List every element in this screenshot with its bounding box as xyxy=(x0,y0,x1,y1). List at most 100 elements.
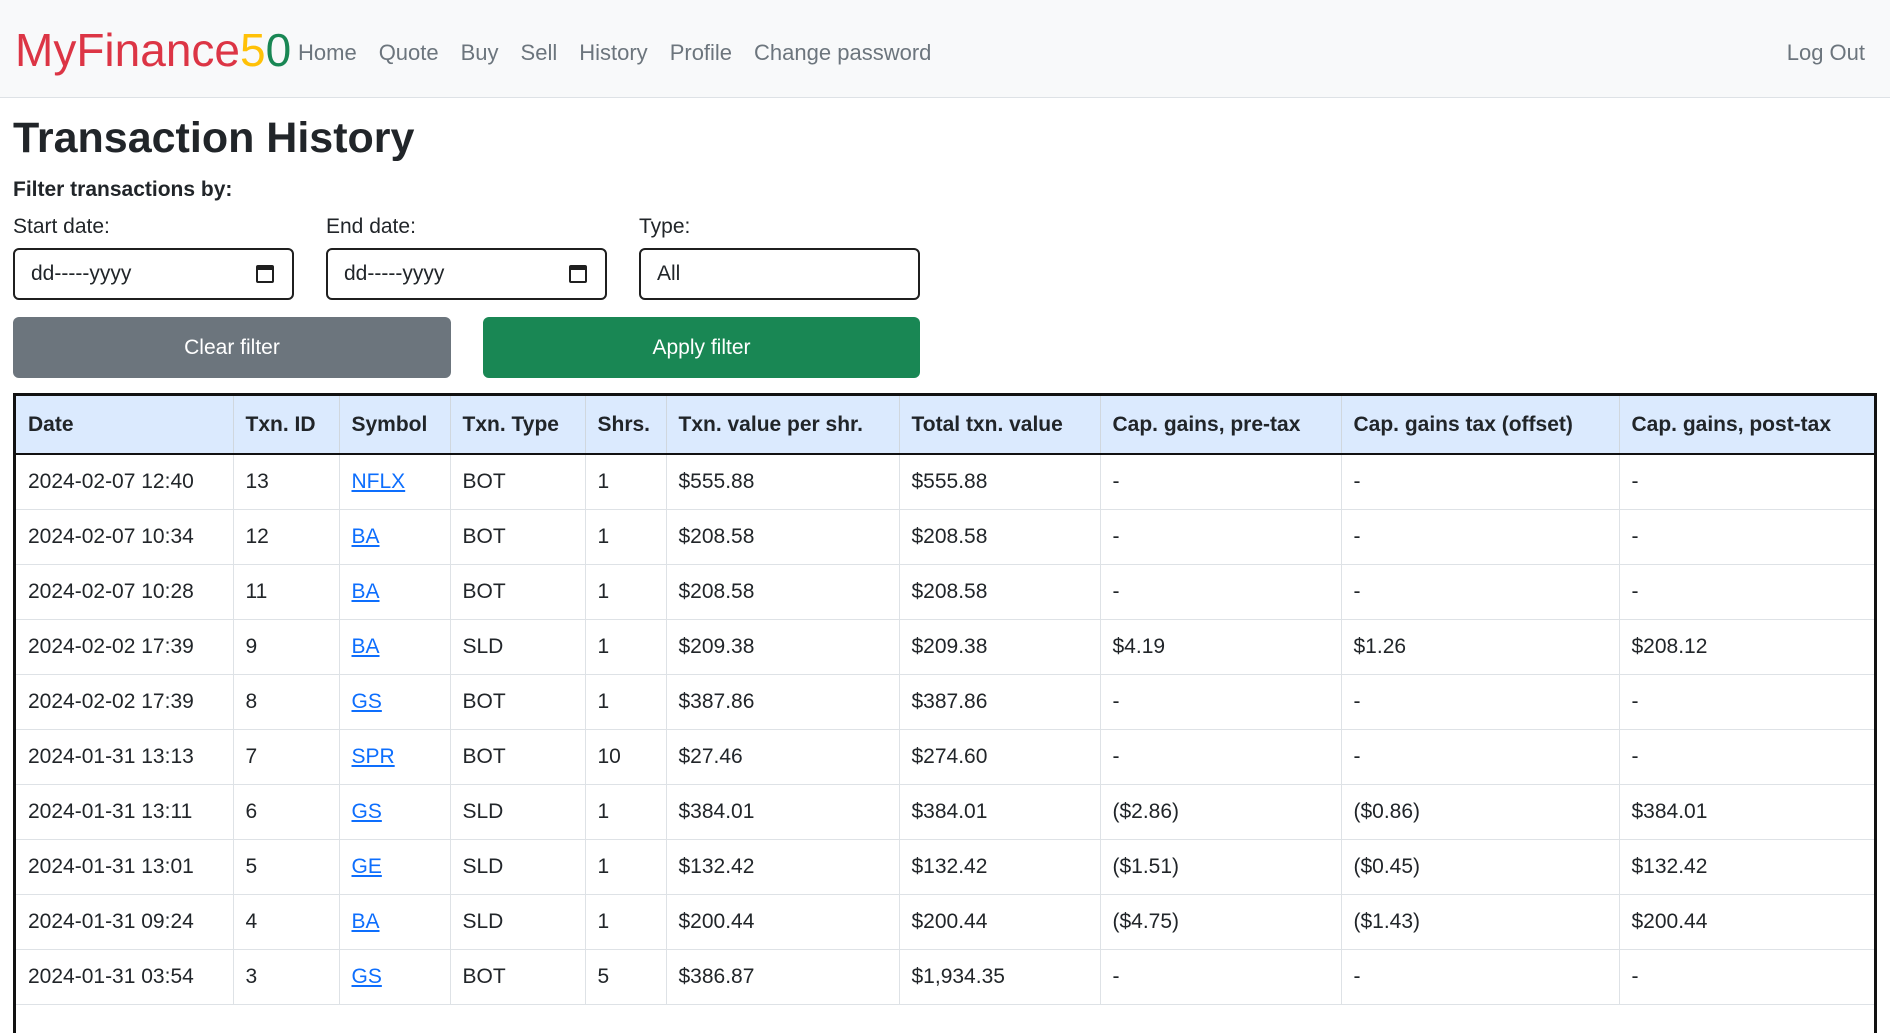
symbol-link[interactable]: NFLX xyxy=(352,470,406,493)
cap-gains-pre-tax-cell: - xyxy=(1100,729,1342,785)
txn-type-cell: BOT xyxy=(450,674,586,730)
txn-type-cell: SLD xyxy=(450,619,586,675)
brand-part-0: 0 xyxy=(265,24,292,76)
symbol-link[interactable]: GS xyxy=(352,965,382,988)
type-select[interactable]: All xyxy=(639,248,920,300)
type-label: Type: xyxy=(639,215,691,238)
symbol-cell: BA xyxy=(339,894,451,950)
symbol-link[interactable]: BA xyxy=(352,580,380,603)
table-row: 2024-01-31 03:54 3 GS BOT 5 $386.87 $1,934.35-… xyxy=(16,949,1874,1005)
shares-cell: 10 xyxy=(585,729,667,785)
value-per-share-cell: $208.58 xyxy=(666,564,900,620)
column-header-date[interactable]: Date xyxy=(16,396,234,455)
filter-heading: Filter transactions by: xyxy=(13,178,233,201)
column-header-total-value[interactable]: Total txn. value xyxy=(899,396,1101,455)
symbol-cell: SPR xyxy=(339,729,451,785)
txn-type-cell: BOT xyxy=(450,509,586,565)
table-row: 2024-01-31 13:01 5 GE SLD 1 $132.42 $132.42 ($1… xyxy=(16,839,1874,895)
cap-gains-pre-tax-cell: - xyxy=(1100,509,1342,565)
cap-gains-tax-cell: ($0.45) xyxy=(1341,839,1620,895)
start-date-value: dd-----yyyy xyxy=(31,262,132,285)
date-cell: 2024-01-31 03:54 xyxy=(16,949,234,1005)
nav-item-quote[interactable]: Quote xyxy=(379,38,439,68)
brand-logo[interactable]: MyFinance50 xyxy=(15,24,291,76)
end-date-input[interactable]: dd-----yyyy xyxy=(326,248,607,300)
cap-gains-tax-cell: $1.26 xyxy=(1341,619,1620,675)
txn-id-cell: 12 xyxy=(233,509,340,565)
txn-type-cell: BOT xyxy=(450,949,586,1005)
txn-id-cell: 9 xyxy=(233,619,340,675)
cap-gains-pre-tax-cell: - xyxy=(1100,454,1342,510)
total-value-cell: $387.86 xyxy=(899,674,1101,730)
apply-filter-button[interactable]: Apply filter xyxy=(483,317,920,378)
nav-item-history[interactable]: History xyxy=(579,38,647,68)
txn-id-cell: 7 xyxy=(233,729,340,785)
symbol-link[interactable]: GS xyxy=(352,690,382,713)
date-cell: 2024-02-07 10:34 xyxy=(16,509,234,565)
symbol-link[interactable]: GS xyxy=(352,800,382,823)
total-value-cell: $274.60 xyxy=(899,729,1101,785)
column-header-cap-gains-pre-tax[interactable]: Cap. gains, pre-tax xyxy=(1100,396,1342,455)
end-date-label: End date: xyxy=(326,215,416,238)
date-cell: 2024-02-07 12:40 xyxy=(16,454,234,510)
symbol-link[interactable]: SPR xyxy=(352,745,395,768)
symbol-cell: GS xyxy=(339,784,451,840)
symbol-cell: BA xyxy=(339,509,451,565)
column-header-value-per-share[interactable]: Txn. value per shr. xyxy=(666,396,900,455)
column-header-txn-type[interactable]: Txn. Type xyxy=(450,396,586,455)
cap-gains-post-tax-cell: $208.12 xyxy=(1619,619,1874,675)
symbol-link[interactable]: BA xyxy=(352,525,380,548)
column-header-cap-gains-post-tax[interactable]: Cap. gains, post-tax xyxy=(1619,396,1874,455)
symbol-link[interactable]: BA xyxy=(352,910,380,933)
nav-item-profile[interactable]: Profile xyxy=(670,38,732,68)
shares-cell: 1 xyxy=(585,619,667,675)
clear-filter-button[interactable]: Clear filter xyxy=(13,317,451,378)
cap-gains-tax-cell: ($1.43) xyxy=(1341,894,1620,950)
txn-type-cell: SLD xyxy=(450,784,586,840)
cap-gains-pre-tax-cell: - xyxy=(1100,949,1342,1005)
table-row: 2024-02-02 17:39 9 BA SLD 1 $209.38 $209.38 $4.… xyxy=(16,619,1874,675)
cap-gains-pre-tax-cell: ($4.75) xyxy=(1100,894,1342,950)
cap-gains-pre-tax-cell: - xyxy=(1100,564,1342,620)
cap-gains-post-tax-cell: - xyxy=(1619,564,1874,620)
shares-cell: 1 xyxy=(585,509,667,565)
nav-item-change-password[interactable]: Change password xyxy=(754,38,931,68)
column-header-shares[interactable]: Shrs. xyxy=(585,396,667,455)
total-value-cell: $132.42 xyxy=(899,839,1101,895)
symbol-link[interactable]: BA xyxy=(352,635,380,658)
shares-cell: 1 xyxy=(585,564,667,620)
column-header-txn-id[interactable]: Txn. ID xyxy=(233,396,340,455)
table-row: 2024-02-02 17:39 8 GS BOT 1 $387.86 $387.86- - - xyxy=(16,674,1874,730)
date-cell: 2024-02-07 10:28 xyxy=(16,564,234,620)
total-value-cell: $1,934.35 xyxy=(899,949,1101,1005)
calendar-icon[interactable] xyxy=(256,265,274,283)
cap-gains-pre-tax-cell: $4.19 xyxy=(1100,619,1342,675)
transactions-table-container: Date Txn. ID Symbol Txn. Type Shrs. Txn.… xyxy=(13,393,1877,1033)
shares-cell: 1 xyxy=(585,894,667,950)
value-per-share-cell: $209.38 xyxy=(666,619,900,675)
column-header-cap-gains-tax[interactable]: Cap. gains tax (offset) xyxy=(1341,396,1620,455)
txn-id-cell: 11 xyxy=(233,564,340,620)
total-value-cell: $208.58 xyxy=(899,509,1101,565)
nav-links: Home Quote Buy Sell History Profile Chan… xyxy=(298,38,953,68)
column-header-symbol[interactable]: Symbol xyxy=(339,396,451,455)
nav-item-sell[interactable]: Sell xyxy=(521,38,558,68)
symbol-link[interactable]: GE xyxy=(352,855,382,878)
calendar-icon[interactable] xyxy=(569,265,587,283)
total-value-cell: $200.44 xyxy=(899,894,1101,950)
date-cell: 2024-01-31 09:24 xyxy=(16,894,234,950)
symbol-cell: GS xyxy=(339,949,451,1005)
txn-type-cell: BOT xyxy=(450,564,586,620)
logout-link[interactable]: Log Out xyxy=(1787,38,1865,68)
symbol-cell: GS xyxy=(339,674,451,730)
total-value-cell: $384.01 xyxy=(899,784,1101,840)
txn-type-cell: BOT xyxy=(450,454,586,510)
txn-id-cell: 5 xyxy=(233,839,340,895)
date-cell: 2024-01-31 13:11 xyxy=(16,784,234,840)
start-date-input[interactable]: dd-----yyyy xyxy=(13,248,294,300)
total-value-cell: $555.88 xyxy=(899,454,1101,510)
table-row: 2024-01-31 13:11 6 GS SLD 1 $384.01 $384.01 ($2… xyxy=(16,784,1874,840)
nav-item-home[interactable]: Home xyxy=(298,38,357,68)
nav-item-buy[interactable]: Buy xyxy=(461,38,499,68)
transactions-table: Date Txn. ID Symbol Txn. Type Shrs. Txn.… xyxy=(16,396,1874,1005)
